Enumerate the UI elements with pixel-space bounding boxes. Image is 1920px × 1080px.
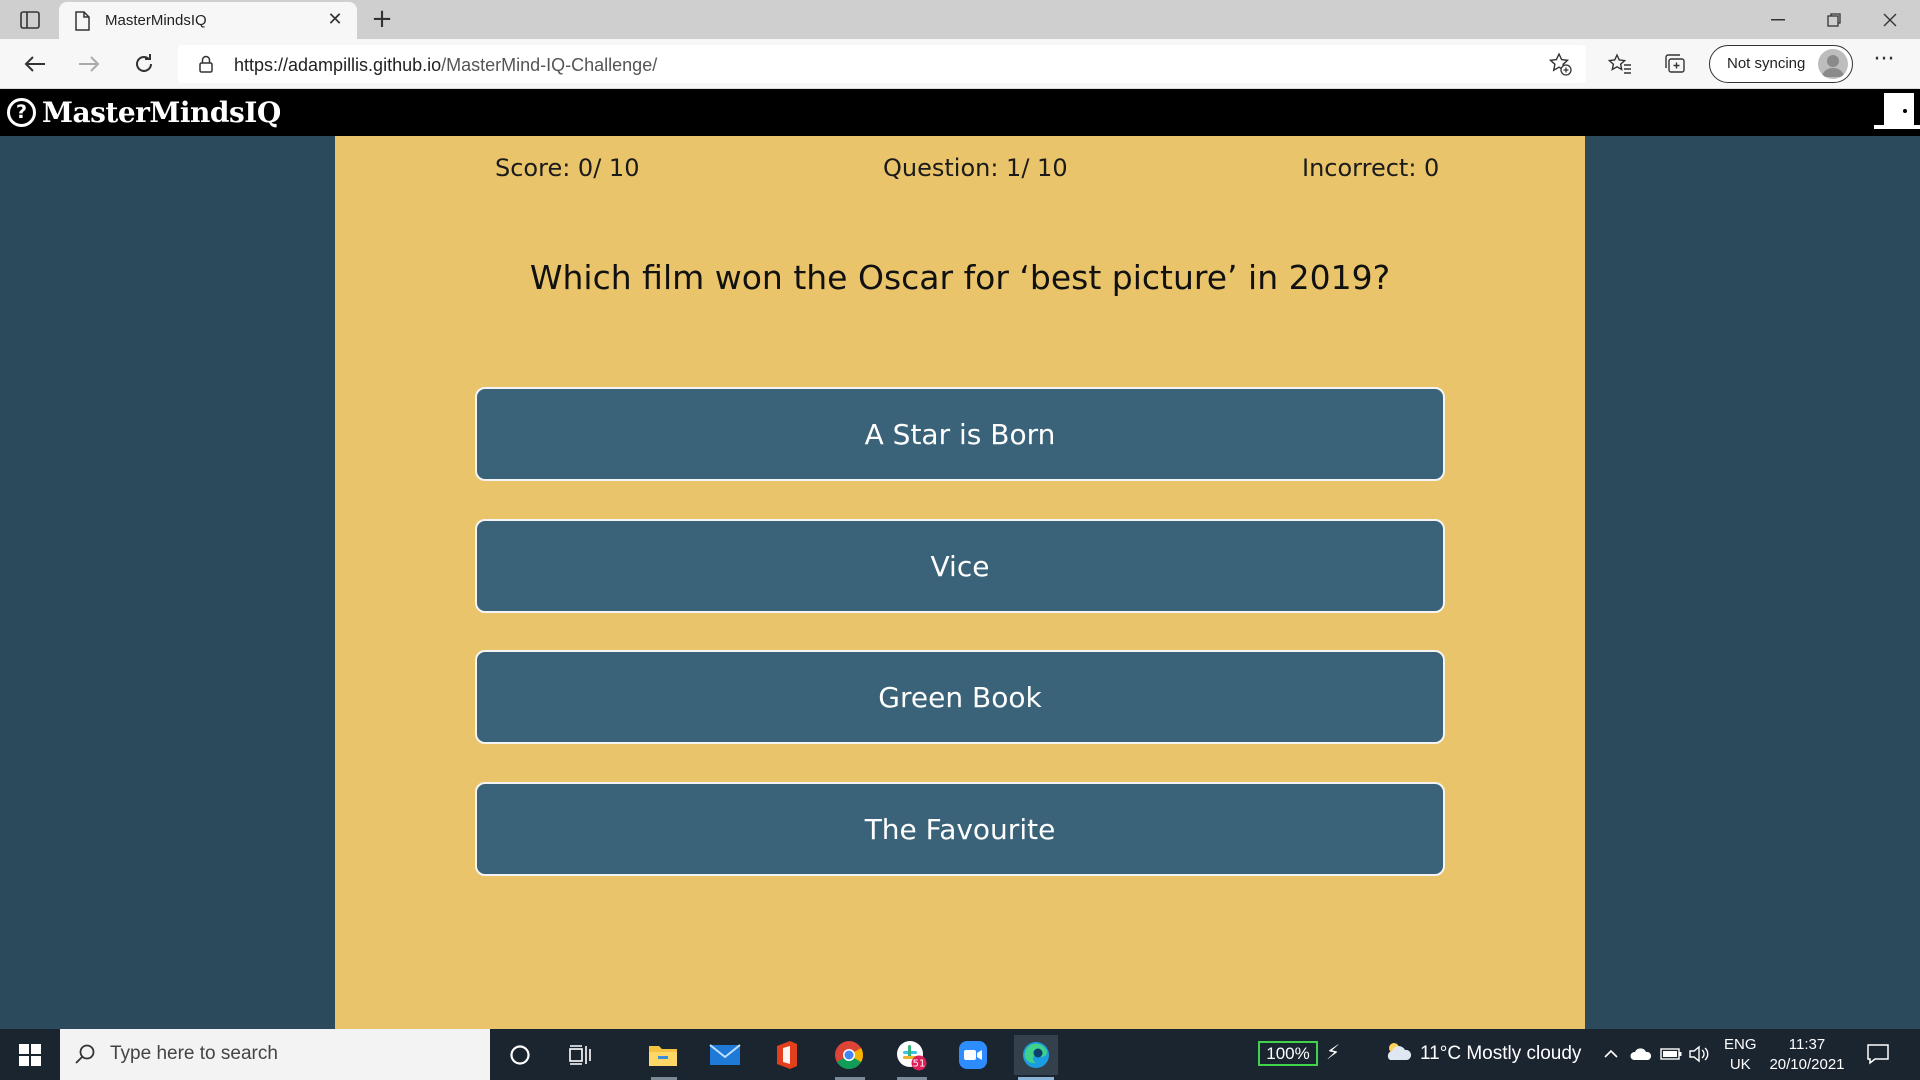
question-circle-icon: ?	[7, 98, 36, 127]
search-placeholder: Type here to search	[110, 1043, 278, 1064]
url-path: /MasterMind-IQ-Challenge/	[441, 55, 658, 75]
browser-toolbar: https://adampillis.github.io/MasterMind-…	[0, 39, 1920, 89]
restore-button[interactable]	[1806, 0, 1862, 39]
edge-browser-icon[interactable]	[1014, 1035, 1058, 1080]
clock[interactable]: 11:37 20/10/2021	[1766, 1035, 1848, 1075]
settings-more-icon[interactable]: ···	[1868, 48, 1900, 80]
tab-actions-icon[interactable]	[16, 8, 44, 32]
sync-label: Not syncing	[1727, 55, 1806, 72]
answer-button[interactable]: Green Book	[475, 650, 1445, 744]
forward-button[interactable]	[73, 48, 105, 80]
page-icon	[74, 11, 90, 35]
taskbar-search-box[interactable]: Type here to search	[60, 1029, 490, 1080]
onedrive-icon[interactable]	[1630, 1043, 1652, 1065]
charging-bolt-icon: ⚡	[1326, 1040, 1341, 1064]
lang-code: ENG	[1724, 1036, 1757, 1053]
office-icon[interactable]	[765, 1035, 809, 1075]
url-host: https://adampillis.github.io	[234, 55, 442, 75]
task-view-icon[interactable]	[558, 1035, 602, 1075]
notification-badge: 51	[913, 1059, 926, 1070]
add-favorite-icon[interactable]	[1548, 52, 1572, 80]
question-text: Which film won the Oscar for ‘best pictu…	[529, 258, 1391, 297]
lang-region: UK	[1729, 1056, 1751, 1073]
app-logo[interactable]: ? MasterMindsIQ	[7, 96, 281, 129]
browser-tab-active[interactable]: MasterMindsIQ ✕	[59, 2, 357, 39]
clock-date: 20/10/2021	[1769, 1056, 1845, 1073]
clock-time: 11:37	[1788, 1036, 1826, 1053]
back-button[interactable]	[19, 48, 51, 80]
tab-title: MasterMindsIQ	[105, 12, 207, 29]
battery-percentage[interactable]: 100%	[1258, 1041, 1318, 1066]
cortana-icon[interactable]	[498, 1035, 542, 1075]
weather-widget[interactable]: 11°C Mostly cloudy	[1384, 1041, 1581, 1067]
mail-icon[interactable]	[703, 1035, 747, 1075]
file-explorer-icon[interactable]	[641, 1035, 685, 1075]
browser-tab-bar: MasterMindsIQ ✕ +	[0, 0, 1920, 39]
language-indicator[interactable]: ENG UK	[1724, 1035, 1757, 1075]
url-text: https://adampillis.github.io/MasterMind-…	[234, 55, 657, 76]
exit-door-icon[interactable]	[1870, 91, 1920, 131]
tab-close-icon[interactable]: ✕	[325, 10, 345, 30]
close-window-button[interactable]	[1862, 0, 1918, 39]
new-tab-button[interactable]: +	[368, 6, 396, 34]
quiz-panel: Score: 0/ 10 Question: 1/ 10 Incorrect: …	[335, 136, 1585, 1029]
search-icon	[74, 1043, 96, 1069]
chevron-up-icon[interactable]	[1600, 1043, 1622, 1065]
taskbar: Type here to search 51 100% ⚡ 11°C Mostl…	[0, 1029, 1920, 1080]
profile-sync-button[interactable]: Not syncing	[1709, 45, 1853, 83]
answer-button[interactable]: The Favourite	[475, 782, 1445, 876]
battery-icon[interactable]	[1660, 1043, 1682, 1065]
cloud-icon	[1384, 1041, 1412, 1067]
answer-button[interactable]: A Star is Born	[475, 387, 1445, 481]
collections-icon[interactable]	[1659, 48, 1691, 80]
zoom-icon[interactable]	[951, 1035, 995, 1075]
avatar	[1818, 49, 1848, 79]
chrome-icon[interactable]	[827, 1035, 871, 1075]
score-counter: Score: 0/ 10	[495, 154, 640, 182]
answer-button[interactable]: Vice	[475, 519, 1445, 613]
notification-center-icon[interactable]	[1866, 1042, 1890, 1070]
question-counter: Question: 1/ 10	[883, 154, 1068, 182]
address-bar[interactable]: https://adampillis.github.io/MasterMind-…	[178, 45, 1586, 83]
app-header: ? MasterMindsIQ	[0, 89, 1920, 136]
brand-name: MasterMindsIQ	[42, 96, 281, 129]
favorites-icon[interactable]	[1604, 48, 1636, 80]
minimize-button[interactable]	[1750, 0, 1806, 39]
incorrect-counter: Incorrect: 0	[1302, 154, 1440, 182]
weather-text: 11°C Mostly cloudy	[1420, 1043, 1582, 1064]
slack-icon[interactable]: 51	[890, 1035, 934, 1075]
windows-start-icon[interactable]	[0, 1029, 60, 1080]
volume-icon[interactable]	[1688, 1043, 1710, 1065]
lock-icon[interactable]	[198, 55, 214, 77]
refresh-button[interactable]	[128, 48, 160, 80]
